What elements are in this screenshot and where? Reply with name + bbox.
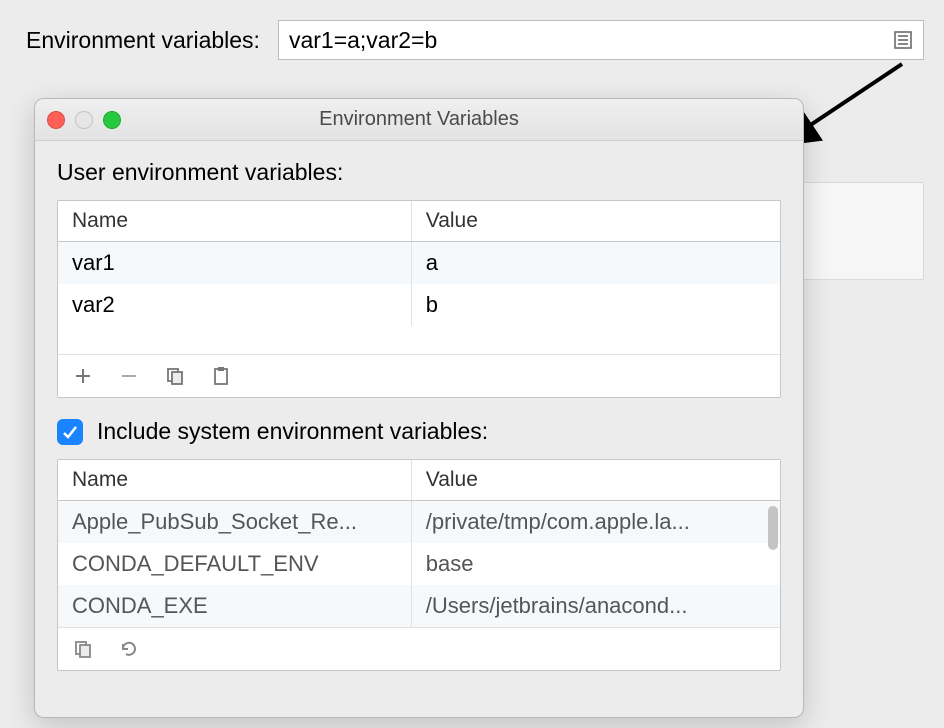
column-header-value[interactable]: Value bbox=[412, 201, 780, 241]
cell-value: /private/tmp/com.apple.la... bbox=[412, 501, 780, 543]
copy-button[interactable] bbox=[162, 363, 188, 389]
minimize-window-button[interactable] bbox=[75, 111, 93, 129]
cell-value[interactable]: a bbox=[412, 242, 780, 284]
undo-icon bbox=[118, 639, 140, 659]
cell-value[interactable]: b bbox=[412, 284, 780, 326]
revert-button[interactable] bbox=[116, 636, 142, 662]
system-vars-header: Name Value bbox=[58, 460, 780, 501]
user-vars-table: Name Value var1 a var2 b bbox=[57, 200, 781, 398]
cell-name[interactable]: var1 bbox=[58, 242, 412, 284]
env-vars-field-row: Environment variables: bbox=[26, 20, 924, 60]
env-vars-label: Environment variables: bbox=[26, 27, 260, 54]
dialog-title: Environment Variables bbox=[319, 108, 519, 131]
system-vars-table: Name Value Apple_PubSub_Socket_Re... /pr… bbox=[57, 459, 781, 671]
window-controls bbox=[47, 111, 121, 129]
table-row[interactable]: Apple_PubSub_Socket_Re... /private/tmp/c… bbox=[58, 501, 780, 543]
cell-name: CONDA_DEFAULT_ENV bbox=[58, 543, 412, 585]
cell-name: CONDA_EXE bbox=[58, 585, 412, 627]
include-system-row[interactable]: Include system environment variables: bbox=[57, 418, 781, 445]
check-icon bbox=[61, 423, 79, 441]
paste-button[interactable] bbox=[208, 363, 234, 389]
dialog-titlebar[interactable]: Environment Variables bbox=[35, 99, 803, 141]
table-row[interactable]: var2 b bbox=[58, 284, 780, 326]
table-row[interactable]: CONDA_EXE /Users/jetbrains/anacond... bbox=[58, 585, 780, 627]
env-vars-field bbox=[278, 20, 924, 60]
system-vars-body: Apple_PubSub_Socket_Re... /private/tmp/c… bbox=[58, 501, 780, 627]
zoom-window-button[interactable] bbox=[103, 111, 121, 129]
include-system-label: Include system environment variables: bbox=[97, 418, 488, 445]
include-system-checkbox[interactable] bbox=[57, 419, 83, 445]
env-vars-dialog: Environment Variables User environment v… bbox=[34, 98, 804, 718]
plus-icon bbox=[73, 366, 93, 386]
column-header-name[interactable]: Name bbox=[58, 460, 412, 500]
copy-icon bbox=[165, 366, 185, 386]
add-button[interactable] bbox=[70, 363, 96, 389]
open-env-dialog-button[interactable] bbox=[883, 21, 923, 59]
cell-value: base bbox=[412, 543, 780, 585]
background-panel bbox=[800, 182, 924, 280]
dialog-body: User environment variables: Name Value v… bbox=[35, 141, 803, 717]
system-vars-toolbar bbox=[58, 627, 780, 670]
cell-name: Apple_PubSub_Socket_Re... bbox=[58, 501, 412, 543]
close-window-button[interactable] bbox=[47, 111, 65, 129]
column-header-name[interactable]: Name bbox=[58, 201, 412, 241]
cell-name[interactable]: var2 bbox=[58, 284, 412, 326]
cell-value: /Users/jetbrains/anacond... bbox=[412, 585, 780, 627]
remove-button[interactable] bbox=[116, 363, 142, 389]
user-vars-label: User environment variables: bbox=[57, 159, 781, 186]
user-vars-header: Name Value bbox=[58, 201, 780, 242]
minus-icon bbox=[119, 366, 139, 386]
copy-button[interactable] bbox=[70, 636, 96, 662]
list-icon bbox=[893, 30, 913, 50]
user-vars-toolbar bbox=[58, 354, 780, 397]
scrollbar-thumb[interactable] bbox=[768, 506, 778, 550]
table-row[interactable]: CONDA_DEFAULT_ENV base bbox=[58, 543, 780, 585]
column-header-value[interactable]: Value bbox=[412, 460, 780, 500]
user-vars-body: var1 a var2 b bbox=[58, 242, 780, 354]
clipboard-icon bbox=[211, 366, 231, 386]
table-row[interactable]: var1 a bbox=[58, 242, 780, 284]
env-vars-input[interactable] bbox=[279, 21, 883, 59]
copy-icon bbox=[73, 639, 93, 659]
